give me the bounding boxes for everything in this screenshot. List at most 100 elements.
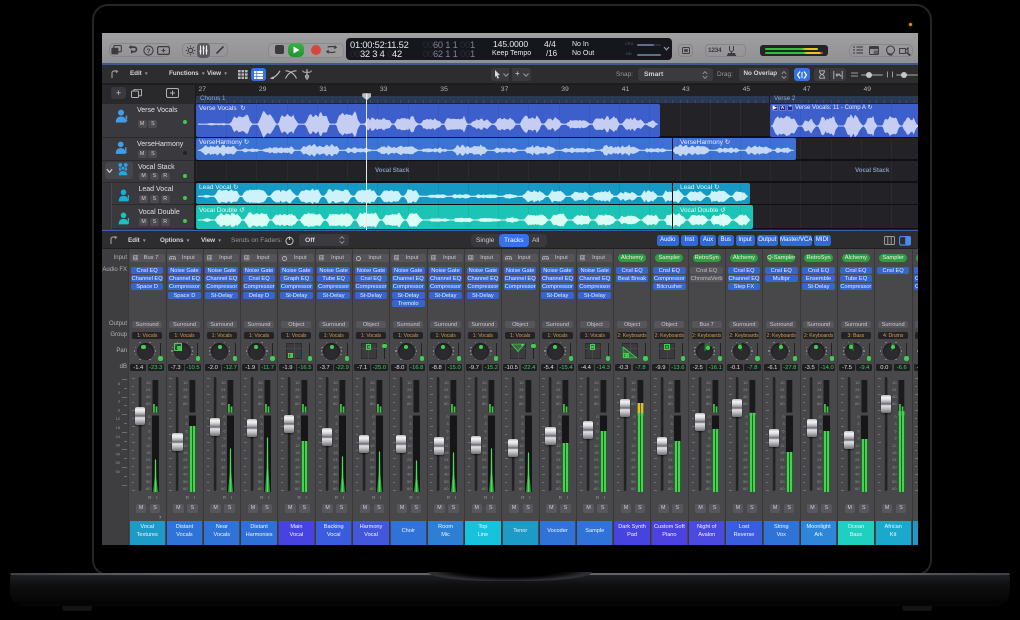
svg-text:3: 3 [633,421,635,426]
svg-text:30: 30 [407,464,411,469]
svg-text:6: 6 [118,381,120,386]
svg-text:60: 60 [482,401,486,406]
svg-text:24: 24 [631,387,636,392]
svg-text:24: 24 [183,387,188,392]
svg-text:12: 12 [668,443,672,448]
svg-text:3: 3 [223,421,225,426]
svg-text:24: 24 [482,457,487,462]
svg-text:50: 50 [221,479,225,484]
svg-text:50: 50 [743,479,747,484]
svg-text:30: 30 [818,464,822,469]
svg-text:40: 40 [295,394,299,399]
svg-text:40: 40 [743,394,747,399]
svg-text:60: 60 [706,401,710,406]
svg-text:60: 60 [855,401,859,406]
svg-text:24: 24 [594,387,599,392]
svg-text:6: 6 [148,428,150,433]
svg-text:18: 18 [556,450,560,455]
svg-text:50: 50 [706,479,710,484]
svg-text:12: 12 [116,416,120,421]
svg-text:60: 60 [221,486,225,491]
svg-text:30: 30 [333,464,337,469]
svg-text:0: 0 [409,414,411,419]
svg-text:60: 60 [146,401,150,406]
svg-text:3: 3 [335,421,337,426]
svg-text:60: 60 [258,486,262,491]
svg-text:6: 6 [186,428,188,433]
svg-text:12: 12 [743,443,747,448]
svg-text:9: 9 [298,436,300,441]
svg-text:9: 9 [260,436,262,441]
svg-text:60: 60 [556,486,560,491]
svg-text:0: 0 [521,414,523,419]
svg-text:24: 24 [556,457,561,462]
svg-text:9: 9 [671,436,673,441]
svg-text:3: 3 [671,421,673,426]
svg-text:30: 30 [146,464,150,469]
svg-text:60: 60 [519,401,523,406]
svg-text:9: 9 [186,436,188,441]
svg-text:6: 6 [633,428,635,433]
svg-text:24: 24 [780,387,785,392]
svg-text:60: 60 [519,486,523,491]
svg-text:40: 40 [594,394,598,399]
svg-text:10: 10 [668,380,672,385]
svg-text:24: 24 [183,457,188,462]
svg-text:24: 24 [146,457,151,462]
svg-text:24: 24 [370,387,375,392]
svg-text:40: 40 [146,472,150,477]
svg-text:24: 24 [116,434,121,439]
svg-text:24: 24 [743,387,748,392]
svg-text:9: 9 [633,436,635,441]
svg-text:12: 12 [780,443,784,448]
svg-text:40: 40 [780,394,784,399]
svg-text:30: 30 [370,464,374,469]
svg-text:9: 9 [223,436,225,441]
svg-text:12: 12 [333,443,337,448]
svg-text:3: 3 [372,421,374,426]
svg-text:24: 24 [295,387,300,392]
svg-text:60: 60 [668,401,672,406]
svg-text:9: 9 [559,436,561,441]
svg-text:6: 6 [671,428,673,433]
svg-text:10: 10 [706,380,710,385]
svg-text:24: 24 [407,457,412,462]
svg-text:12: 12 [706,443,710,448]
svg-text:40: 40 [556,394,560,399]
svg-text:60: 60 [743,401,747,406]
svg-text:24: 24 [146,387,151,392]
svg-text:40: 40 [594,472,598,477]
svg-text:0: 0 [118,390,121,395]
svg-text:18: 18 [855,450,859,455]
svg-text:0: 0 [372,414,374,419]
svg-text:0: 0 [223,414,225,419]
svg-text:10: 10 [370,380,374,385]
svg-text:3: 3 [745,421,747,426]
svg-text:9: 9 [782,436,784,441]
svg-text:3: 3 [298,421,300,426]
svg-text:10: 10 [519,380,523,385]
svg-text:9: 9 [596,436,598,441]
svg-text:30: 30 [295,464,299,469]
svg-text:9: 9 [708,436,710,441]
svg-text:18: 18 [370,450,374,455]
svg-text:40: 40 [519,472,523,477]
svg-text:9: 9 [745,436,747,441]
svg-text:0: 0 [782,414,784,419]
svg-text:24: 24 [295,457,300,462]
svg-text:60: 60 [482,486,486,491]
svg-text:40: 40 [258,394,262,399]
svg-text:6: 6 [335,428,337,433]
svg-text:12: 12 [631,443,635,448]
svg-text:24: 24 [855,457,860,462]
svg-text:6: 6 [559,428,561,433]
svg-text:40: 40 [333,472,337,477]
svg-text:10: 10 [258,380,262,385]
svg-text:50: 50 [668,479,672,484]
svg-text:30: 30 [556,464,560,469]
svg-text:6: 6 [782,428,784,433]
svg-text:40: 40 [780,472,784,477]
svg-text:60: 60 [892,401,896,406]
svg-text:60: 60 [407,486,411,491]
svg-text:50: 50 [892,479,896,484]
